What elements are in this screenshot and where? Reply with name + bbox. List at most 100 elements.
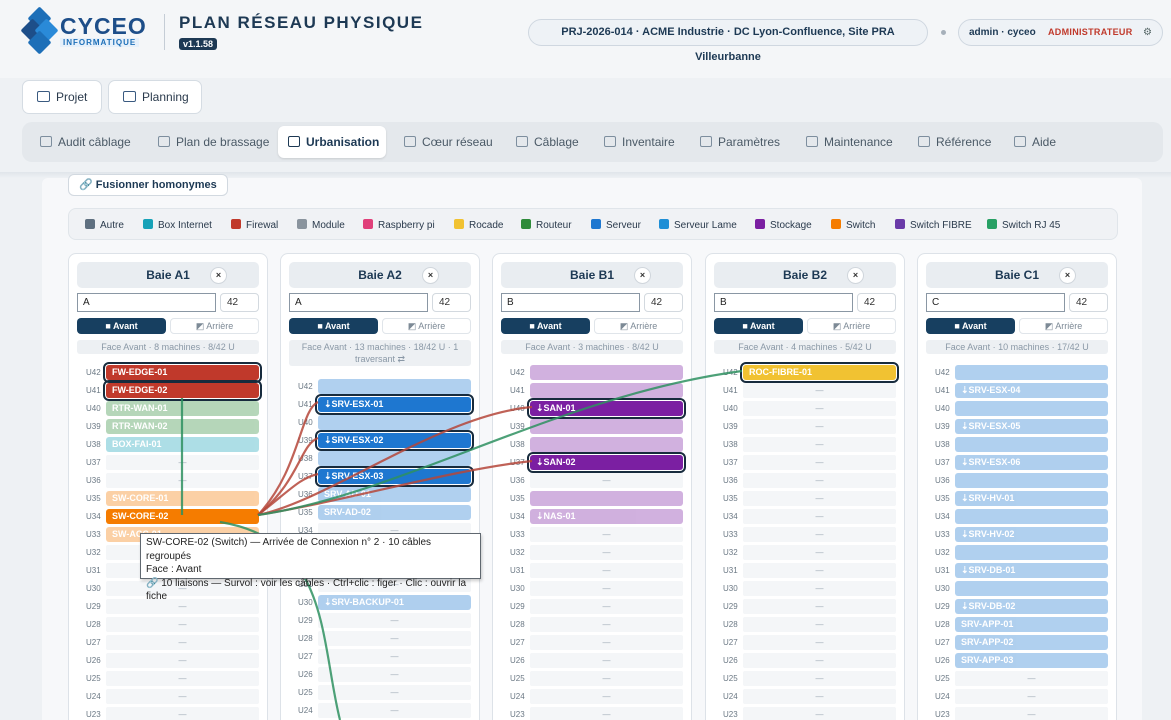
rack-device[interactable]: ⇣SRV-HV-01: [955, 491, 1108, 506]
rack-device[interactable]: [955, 581, 1108, 596]
rack-device[interactable]: [530, 419, 683, 434]
empty-slot[interactable]: —: [743, 581, 896, 596]
tab-reference[interactable]: Référence: [908, 126, 1000, 158]
empty-slot[interactable]: —: [106, 635, 259, 650]
front-view-button[interactable]: ■ Avant: [289, 318, 378, 334]
rack-device[interactable]: [955, 437, 1108, 452]
tab-network-core[interactable]: Cœur réseau: [394, 126, 498, 158]
empty-slot[interactable]: —: [530, 689, 683, 704]
planning-button[interactable]: Planning: [108, 80, 202, 114]
rack-device[interactable]: RTR-WAN-02: [106, 419, 259, 434]
close-icon[interactable]: ×: [210, 267, 227, 284]
rack-device[interactable]: SW-CORE-01: [106, 491, 259, 506]
empty-slot[interactable]: —: [106, 653, 259, 668]
empty-slot[interactable]: —: [743, 707, 896, 720]
rack-device[interactable]: SRV-APP-02: [955, 635, 1108, 650]
rack-device[interactable]: [955, 545, 1108, 560]
empty-slot[interactable]: —: [318, 667, 471, 682]
rack-height-input[interactable]: 42: [857, 293, 896, 312]
merge-homonyms-button[interactable]: 🔗 Fusionner homonymes: [68, 174, 228, 196]
rack-device[interactable]: ⇣SRV-DB-01: [955, 563, 1108, 578]
empty-slot[interactable]: —: [743, 509, 896, 524]
empty-slot[interactable]: —: [530, 545, 683, 560]
rear-view-button[interactable]: ◩ Arrière: [594, 318, 683, 334]
empty-slot[interactable]: —: [743, 491, 896, 506]
user-menu[interactable]: admin · cyceo ADMINISTRATEUR ⚙: [958, 19, 1163, 46]
rack-device[interactable]: ⇣SRV-ESX-04: [955, 383, 1108, 398]
empty-slot[interactable]: —: [318, 703, 471, 718]
empty-slot[interactable]: —: [743, 689, 896, 704]
project-selector[interactable]: PRJ-2026-014 · ACME Industrie · DC Lyon-…: [528, 19, 928, 63]
rear-view-button[interactable]: ◩ Arrière: [1019, 318, 1108, 334]
rack-device[interactable]: [318, 451, 471, 466]
front-view-button[interactable]: ■ Avant: [77, 318, 166, 334]
legend-item[interactable]: Firewal: [231, 219, 278, 231]
gear-icon[interactable]: ⚙: [1143, 20, 1152, 45]
legend-item[interactable]: Serveur: [591, 219, 641, 231]
rear-view-button[interactable]: ◩ Arrière: [382, 318, 471, 334]
legend-item[interactable]: Routeur: [521, 219, 572, 231]
legend-item[interactable]: Box Internet: [143, 219, 212, 231]
project-button[interactable]: Projet: [22, 80, 102, 114]
close-icon[interactable]: ×: [847, 267, 864, 284]
empty-slot[interactable]: —: [743, 383, 896, 398]
empty-slot[interactable]: —: [743, 401, 896, 416]
empty-slot[interactable]: —: [955, 689, 1108, 704]
rack-device[interactable]: ⇣SRV-ESX-02: [315, 430, 474, 451]
empty-slot[interactable]: —: [530, 599, 683, 614]
empty-slot[interactable]: —: [743, 527, 896, 542]
rack-device[interactable]: FW-EDGE-02: [103, 380, 262, 401]
empty-slot[interactable]: —: [743, 563, 896, 578]
close-icon[interactable]: ×: [634, 267, 651, 284]
rack-device[interactable]: [955, 473, 1108, 488]
rack-height-input[interactable]: 42: [220, 293, 259, 312]
empty-slot[interactable]: —: [743, 455, 896, 470]
empty-slot[interactable]: —: [743, 599, 896, 614]
rack-device[interactable]: SRV-APP-03: [955, 653, 1108, 668]
empty-slot[interactable]: —: [955, 707, 1108, 720]
empty-slot[interactable]: —: [318, 685, 471, 700]
empty-slot[interactable]: —: [743, 473, 896, 488]
rack-device[interactable]: [530, 437, 683, 452]
empty-slot[interactable]: —: [530, 563, 683, 578]
legend-item[interactable]: Autre: [85, 219, 124, 231]
rack-device[interactable]: [530, 491, 683, 506]
rack-device[interactable]: SW-CORE-02: [106, 509, 259, 524]
empty-slot[interactable]: —: [318, 649, 471, 664]
legend-item[interactable]: Stockage: [755, 219, 812, 231]
rack-device[interactable]: [530, 365, 683, 380]
empty-slot[interactable]: —: [743, 545, 896, 560]
rear-view-button[interactable]: ◩ Arrière: [807, 318, 896, 334]
rack-device[interactable]: ROC-FIBRE-01: [740, 362, 899, 383]
close-icon[interactable]: ×: [422, 267, 439, 284]
tab-maintenance[interactable]: Maintenance: [796, 126, 898, 158]
empty-slot[interactable]: —: [743, 617, 896, 632]
empty-slot[interactable]: —: [106, 707, 259, 720]
rack-device[interactable]: ⇣NAS-01: [530, 509, 683, 524]
empty-slot[interactable]: —: [106, 455, 259, 470]
legend-item[interactable]: Switch: [831, 219, 875, 231]
rack-device[interactable]: SRV-APP-01: [955, 617, 1108, 632]
close-icon[interactable]: ×: [1059, 267, 1076, 284]
tab-help[interactable]: Aide: [1004, 126, 1072, 158]
rack-device[interactable]: ⇣SAN-01: [527, 398, 686, 419]
empty-slot[interactable]: —: [106, 671, 259, 686]
empty-slot[interactable]: —: [530, 473, 683, 488]
empty-slot[interactable]: —: [318, 613, 471, 628]
rack-device[interactable]: ⇣SRV-HV-02: [955, 527, 1108, 542]
legend-item[interactable]: Switch FIBRE: [895, 219, 972, 231]
rack-height-input[interactable]: 42: [432, 293, 471, 312]
empty-slot[interactable]: —: [106, 689, 259, 704]
rack-name-input[interactable]: A: [77, 293, 216, 312]
rack-device[interactable]: SRV-AD-02: [318, 505, 471, 520]
rack-device[interactable]: ⇣SAN-02: [527, 452, 686, 473]
empty-slot[interactable]: —: [318, 631, 471, 646]
rack-device[interactable]: [955, 365, 1108, 380]
empty-slot[interactable]: —: [106, 473, 259, 488]
tab-rack[interactable]: Urbanisation: [278, 126, 386, 158]
empty-slot[interactable]: —: [743, 671, 896, 686]
rack-device[interactable]: [955, 509, 1108, 524]
empty-slot[interactable]: —: [530, 581, 683, 596]
legend-item[interactable]: Rocade: [454, 219, 503, 231]
legend-item[interactable]: Raspberry pi: [363, 219, 435, 231]
